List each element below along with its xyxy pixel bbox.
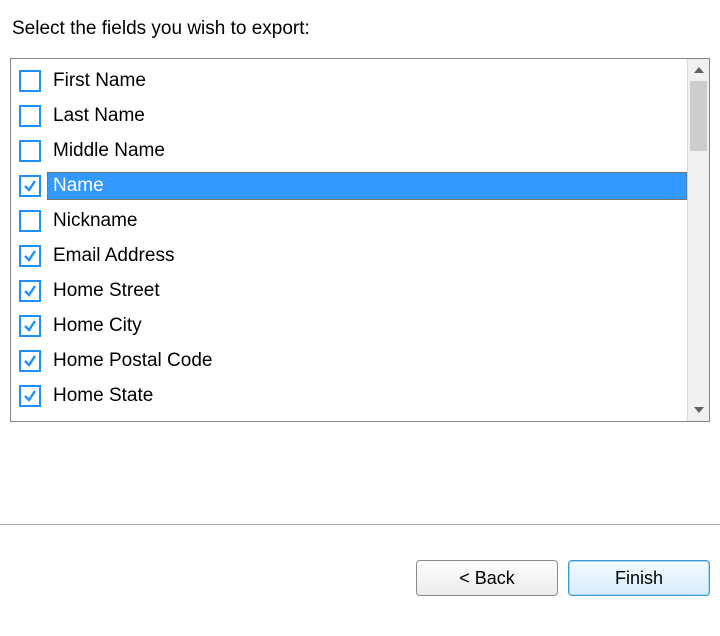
list-item[interactable]: Email Address <box>19 238 687 273</box>
field-label: Email Address <box>47 242 180 270</box>
list-item[interactable]: Last Name <box>19 98 687 133</box>
field-checkbox[interactable] <box>19 140 41 162</box>
finish-button[interactable]: Finish <box>568 560 710 596</box>
field-label: Nickname <box>47 207 143 235</box>
field-checkbox[interactable] <box>19 385 41 407</box>
wizard-buttons: < Back Finish <box>416 560 710 596</box>
field-checkbox[interactable] <box>19 175 41 197</box>
list-item[interactable]: Home City <box>19 308 687 343</box>
field-label: Last Name <box>47 102 151 130</box>
field-checkbox[interactable] <box>19 70 41 92</box>
list-item[interactable]: Home Street <box>19 273 687 308</box>
field-label: Home City <box>47 312 148 340</box>
field-label: First Name <box>47 67 152 95</box>
list-item[interactable]: Name <box>19 168 687 203</box>
scroll-thumb[interactable] <box>690 81 707 151</box>
scroll-up-button[interactable] <box>688 59 709 81</box>
field-checkbox[interactable] <box>19 350 41 372</box>
fields-listbox[interactable]: First Name Last Name Middle Name Name Nickna… <box>10 58 710 422</box>
field-checkbox[interactable] <box>19 105 41 127</box>
field-checkbox[interactable] <box>19 315 41 337</box>
separator <box>0 524 720 526</box>
field-label: Home State <box>47 382 159 410</box>
list-item[interactable]: Middle Name <box>19 133 687 168</box>
field-label: Name <box>47 172 687 200</box>
list-item[interactable]: Home Postal Code <box>19 343 687 378</box>
field-label: Home Postal Code <box>47 347 218 375</box>
back-button[interactable]: < Back <box>416 560 558 596</box>
vertical-scrollbar[interactable] <box>687 59 709 421</box>
scroll-track[interactable] <box>688 81 709 399</box>
field-checkbox[interactable] <box>19 280 41 302</box>
field-checkbox[interactable] <box>19 210 41 232</box>
field-label: Home Street <box>47 277 166 305</box>
list-item[interactable]: Home State <box>19 378 687 413</box>
field-checkbox[interactable] <box>19 245 41 267</box>
instruction-label: Select the fields you wish to export: <box>12 18 710 40</box>
scroll-down-button[interactable] <box>688 399 709 421</box>
list-item[interactable]: First Name <box>19 63 687 98</box>
list-item[interactable]: Nickname <box>19 203 687 238</box>
field-label: Middle Name <box>47 137 171 165</box>
